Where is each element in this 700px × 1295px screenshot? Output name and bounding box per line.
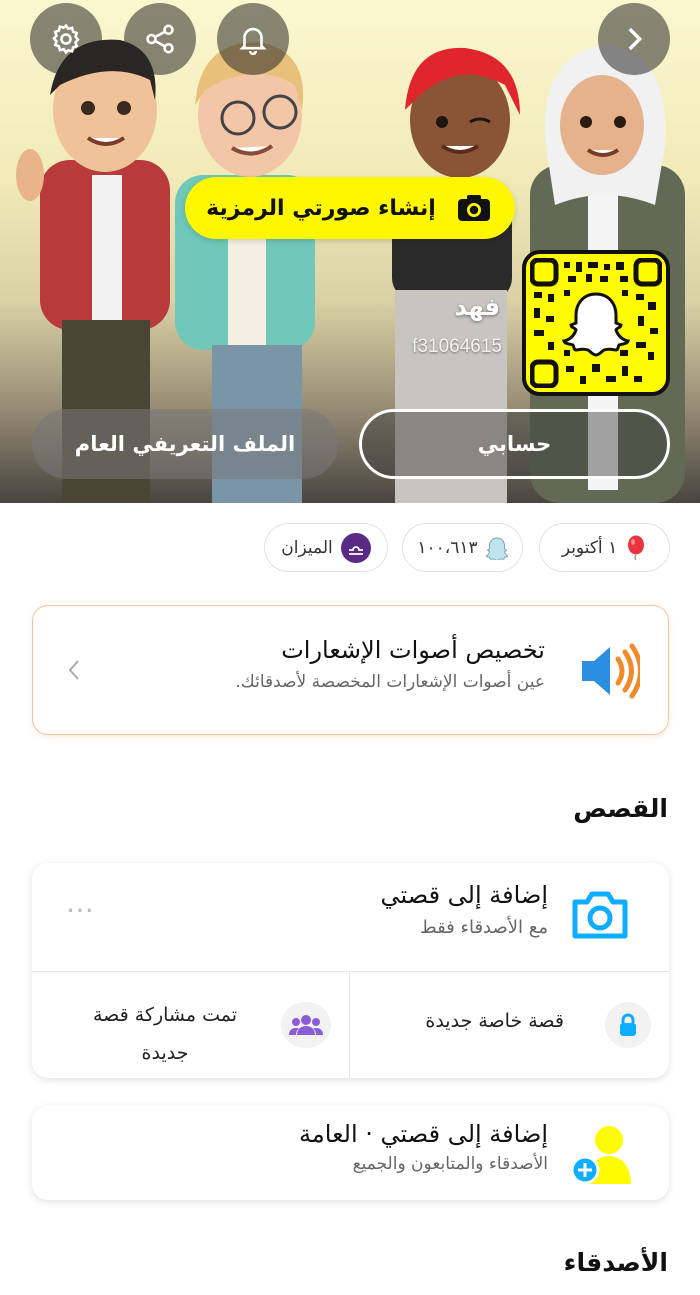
chevron-left-icon — [68, 660, 79, 680]
snap-score-chip[interactable]: ١٠٠،٦١٣ — [402, 523, 523, 572]
snapcode[interactable] — [522, 250, 670, 396]
notification-card-title: تخصيص أصوات الإشعارات — [281, 636, 545, 664]
username[interactable]: f31064615 — [412, 336, 502, 358]
libra-icon — [340, 532, 371, 563]
public-story-avatar-icon — [570, 1122, 633, 1190]
group-icon — [281, 1002, 331, 1048]
public-story-card[interactable]: إضافة إلى قصتي · العامة الأصدقاء والمتاب… — [32, 1106, 669, 1200]
add-to-my-story-title: إضافة إلى قصتي — [380, 881, 548, 909]
new-private-story-label: قصة خاصة جديدة — [425, 1010, 564, 1032]
profile-header: إنشاء صورتي الرمزية فهد f31064615 حسابي … — [0, 0, 700, 503]
notification-sounds-card[interactable]: تخصيص أصوات الإشعارات عين أصوات الإشعارا… — [32, 605, 669, 735]
display-name: فهد — [454, 293, 500, 321]
notifications-button[interactable] — [217, 3, 289, 75]
new-shared-story-label: تمت مشاركة قصة جديدة — [92, 1004, 238, 1064]
settings-button[interactable] — [30, 3, 102, 75]
zodiac-chip[interactable]: الميزان — [264, 523, 388, 572]
friends-section-title: الأصدقاء — [563, 1248, 668, 1277]
more-options-icon[interactable]: ⋯ — [66, 893, 95, 926]
zodiac-label: الميزان — [281, 537, 333, 558]
add-to-my-story-subtitle: مع الأصدقاء فقط — [419, 917, 548, 938]
lock-icon — [605, 1002, 651, 1048]
ghost-icon — [485, 536, 508, 560]
chevron-right-icon — [628, 27, 643, 51]
add-to-my-story-row[interactable]: إضافة إلى قصتي مع الأصدقاء فقط ⋯ — [32, 863, 669, 971]
snap-score-label: ١٠٠،٦١٣ — [417, 537, 478, 558]
new-private-story-button[interactable]: قصة خاصة جديدة — [350, 972, 669, 1078]
public-profile-button[interactable]: الملف التعريفي العام — [32, 409, 338, 479]
story-camera-icon — [569, 888, 631, 946]
back-button[interactable] — [598, 3, 670, 75]
birthday-chip[interactable]: ١ أكتوبر — [539, 523, 670, 572]
share-button[interactable] — [124, 3, 196, 75]
balloon-icon — [628, 535, 645, 560]
share-icon — [146, 24, 174, 54]
ghost-icon — [562, 292, 630, 357]
notification-card-subtitle: عين أصوات الإشعارات المخصصة لأصدقائك. — [235, 672, 545, 692]
new-shared-story-button[interactable]: تمت مشاركة قصة جديدة — [32, 972, 349, 1078]
birthday-label: ١ أكتوبر — [561, 537, 618, 558]
create-avatar-button[interactable]: إنشاء صورتي الرمزية — [185, 177, 515, 239]
my-story-card: إضافة إلى قصتي مع الأصدقاء فقط ⋯ قصة خاص… — [32, 863, 669, 1078]
stories-section-title: القصص — [573, 794, 668, 823]
public-story-subtitle: الأصدقاء والمتابعون والجميع — [352, 1154, 548, 1174]
camera-icon — [454, 191, 494, 225]
qr-code-pattern — [530, 258, 662, 388]
my-account-button[interactable]: حسابي — [359, 409, 670, 479]
public-story-title: إضافة إلى قصتي · العامة — [299, 1120, 548, 1148]
gear-icon — [52, 23, 80, 55]
bell-icon — [239, 27, 267, 56]
speaker-icon — [578, 641, 643, 705]
create-avatar-label: إنشاء صورتي الرمزية — [206, 195, 436, 221]
